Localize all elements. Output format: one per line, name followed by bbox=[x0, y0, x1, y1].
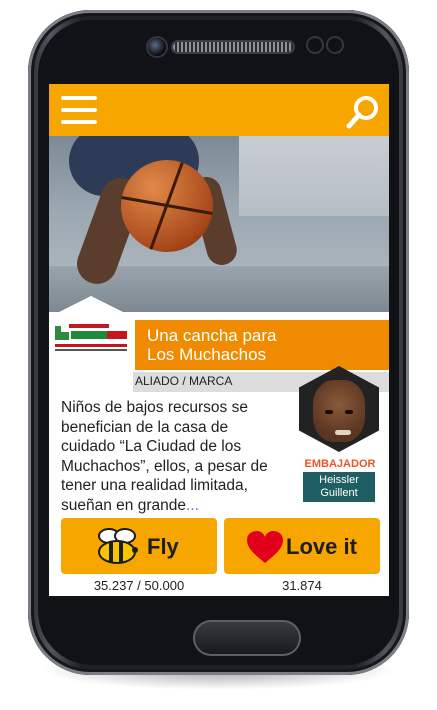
fly-button-label: Fly bbox=[147, 534, 179, 559]
proximity-sensor bbox=[308, 38, 322, 52]
search-icon[interactable] bbox=[345, 94, 381, 130]
hamburger-menu-icon[interactable] bbox=[61, 96, 97, 124]
fly-button[interactable]: Fly bbox=[61, 518, 217, 574]
bee-icon bbox=[98, 528, 138, 564]
earpiece-speaker bbox=[173, 42, 293, 52]
ambassador-label: EMBAJADOR bbox=[304, 458, 376, 470]
front-camera bbox=[148, 38, 166, 56]
app-screen: Una cancha para Los Muchachos ALIADO / M… bbox=[49, 84, 389, 596]
article-title-bar[interactable]: Una cancha para Los Muchachos bbox=[135, 320, 389, 370]
light-sensor bbox=[328, 38, 342, 52]
category-label: ALIADO / MARCA bbox=[135, 374, 233, 388]
app-header bbox=[49, 84, 389, 136]
love-it-button[interactable]: Love it bbox=[224, 518, 380, 574]
fly-count: 35.237 / 50.000 bbox=[93, 578, 185, 593]
basketball-image bbox=[121, 160, 213, 252]
ambassador-name[interactable]: Heissler Guillent bbox=[303, 472, 375, 502]
read-more-link[interactable]: ... bbox=[186, 497, 199, 514]
article-title: Una cancha para Los Muchachos bbox=[147, 326, 277, 364]
brand-logo bbox=[55, 324, 129, 351]
heart-icon bbox=[247, 531, 283, 563]
home-button[interactable] bbox=[193, 620, 301, 656]
article-description: Niños de bajos recursos se benefician de… bbox=[61, 399, 268, 514]
love-it-button-label: Love it bbox=[286, 534, 357, 559]
love-it-count: 31.874 bbox=[282, 578, 322, 593]
hero-image bbox=[49, 136, 389, 312]
